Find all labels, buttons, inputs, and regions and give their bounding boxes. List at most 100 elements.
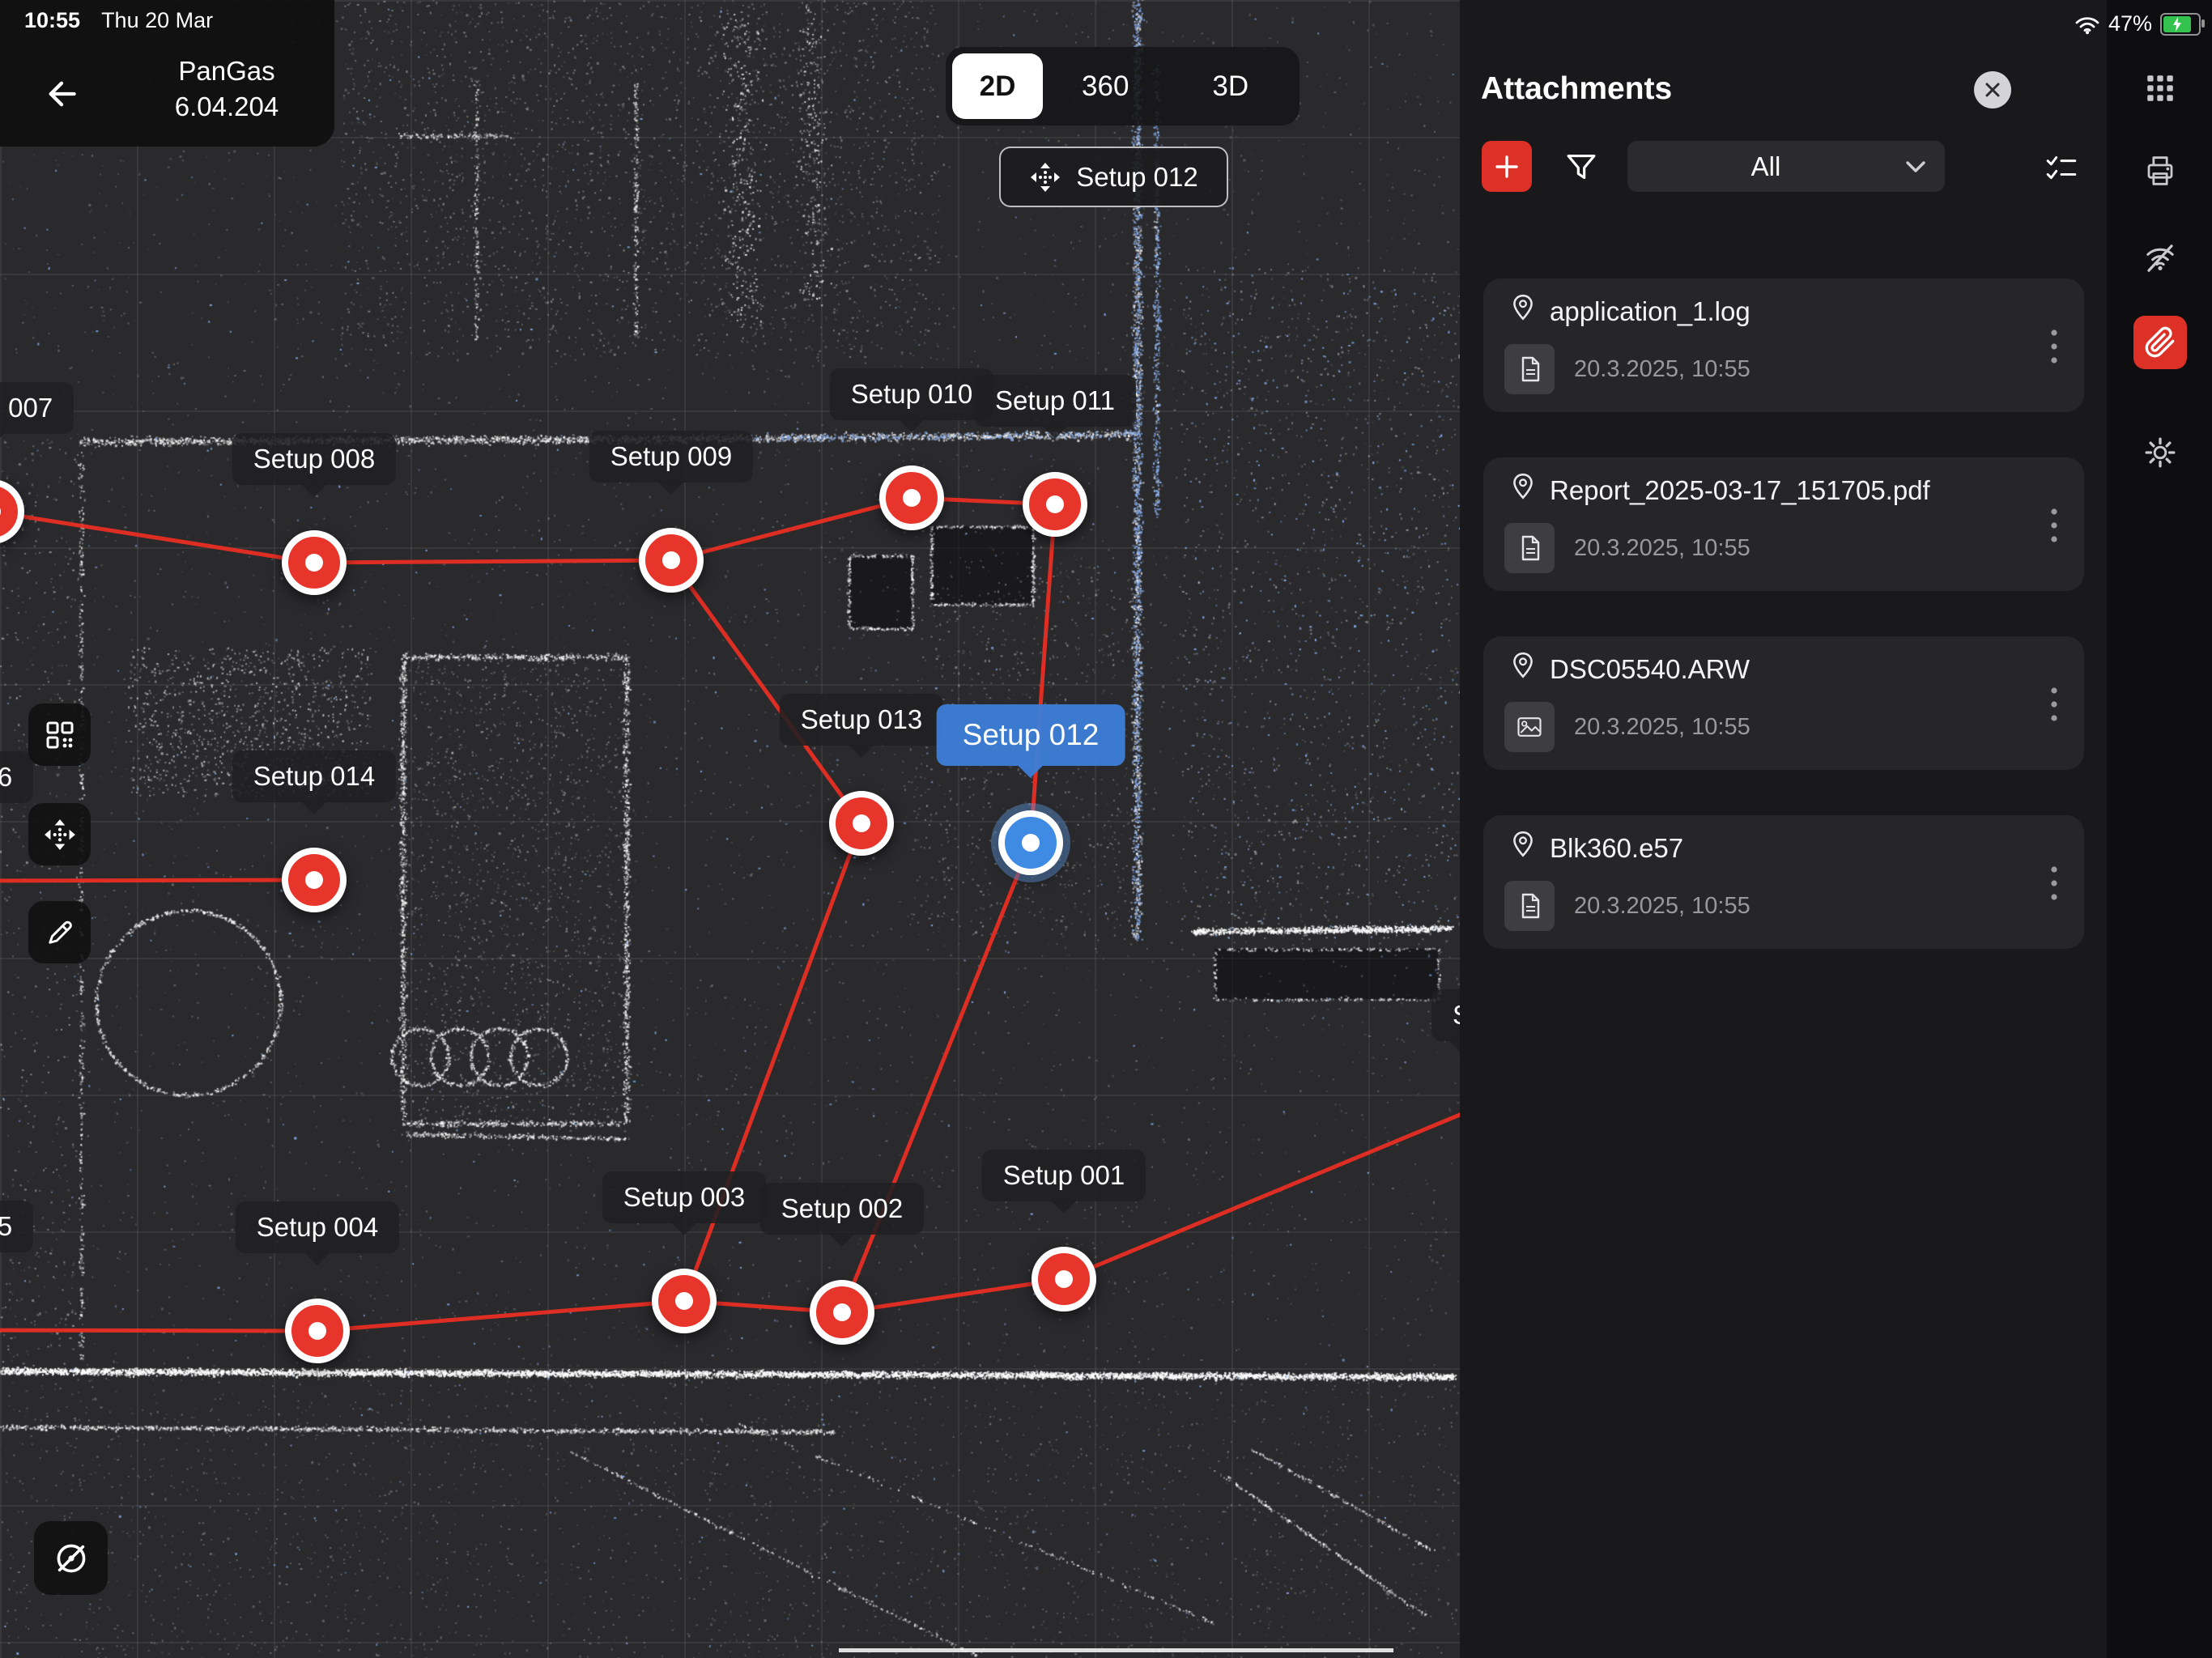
project-name: PanGas bbox=[130, 53, 324, 89]
project-version: 6.04.204 bbox=[130, 89, 324, 125]
connection-off-button[interactable] bbox=[2143, 241, 2177, 275]
filter-dropdown-value: All bbox=[1627, 151, 1904, 182]
apps-grid-icon bbox=[2143, 71, 2177, 105]
attachment-row[interactable]: Report_2025-03-17_151705.pdf 20.3.2025, … bbox=[1483, 457, 2084, 591]
tab-2d[interactable]: 2D bbox=[952, 53, 1043, 119]
attachments-panel: Attachments All bbox=[1460, 0, 2107, 1658]
draw-tool-button[interactable] bbox=[28, 901, 91, 963]
active-setup-chip[interactable]: Setup 012 bbox=[999, 147, 1228, 207]
setup-marker-004[interactable] bbox=[285, 1299, 350, 1363]
setup-label-001[interactable]: Setup 001 bbox=[982, 1150, 1146, 1201]
battery-percent: 47% bbox=[2108, 11, 2152, 36]
setup-marker-012[interactable] bbox=[998, 810, 1063, 875]
setup-label-009[interactable]: Setup 009 bbox=[589, 431, 753, 483]
attachment-date: 20.3.2025, 10:55 bbox=[1574, 535, 1750, 562]
tab-360[interactable]: 360 bbox=[1043, 70, 1168, 103]
active-setup-label: Setup 012 bbox=[1076, 162, 1197, 193]
attachment-date: 20.3.2025, 10:55 bbox=[1574, 714, 1750, 741]
setup-marker-003[interactable] bbox=[652, 1269, 717, 1333]
wifi-off-icon bbox=[2143, 241, 2177, 275]
setup-label-008[interactable]: Setup 008 bbox=[232, 433, 396, 485]
setup-label-012[interactable]: Setup 012 bbox=[937, 704, 1125, 766]
setup-label-011[interactable]: Setup 011 bbox=[974, 375, 1136, 427]
battery-icon bbox=[2160, 13, 2201, 36]
setup-label-006[interactable]: Setup 006 bbox=[0, 751, 33, 803]
back-arrow-icon bbox=[42, 74, 81, 113]
printer-icon bbox=[2143, 154, 2177, 188]
setup-marker-010[interactable] bbox=[879, 466, 944, 530]
date: Thu 20 Mar bbox=[101, 8, 213, 33]
attachment-row[interactable]: application_1.log 20.3.2025, 10:55 bbox=[1483, 278, 2084, 412]
attachment-name: Blk360.e57 bbox=[1550, 833, 1683, 864]
view-switcher: 2D 360 3D bbox=[946, 47, 1300, 125]
setup-label-002[interactable]: Setup 002 bbox=[760, 1183, 924, 1235]
more-options-icon[interactable] bbox=[2050, 508, 2058, 543]
attachment-row[interactable]: Blk360.e57 20.3.2025, 10:55 bbox=[1483, 815, 2084, 949]
setup-marker-001[interactable] bbox=[1032, 1247, 1096, 1312]
setup-label-004[interactable]: Setup 004 bbox=[236, 1201, 399, 1253]
attachment-thumb bbox=[1504, 702, 1555, 752]
plus-icon bbox=[1493, 153, 1521, 181]
attachment-row[interactable]: DSC05540.ARW 20.3.2025, 10:55 bbox=[1483, 636, 2084, 770]
close-panel-button[interactable] bbox=[1974, 71, 2011, 108]
nav-header: 10:55 Thu 20 Mar PanGas 6.04.204 bbox=[0, 0, 334, 147]
add-attachment-button[interactable] bbox=[1482, 141, 1532, 192]
image-icon bbox=[1515, 712, 1544, 742]
status-bar: 10:55 Thu 20 Mar bbox=[24, 8, 213, 33]
document-icon bbox=[1515, 355, 1544, 384]
document-icon bbox=[1515, 891, 1544, 920]
multiselect-button[interactable] bbox=[2044, 151, 2078, 183]
layout-tool-button[interactable] bbox=[28, 704, 91, 766]
setup-marker-014[interactable] bbox=[282, 848, 347, 912]
attachments-button[interactable] bbox=[2133, 316, 2187, 369]
attachment-thumb bbox=[1504, 523, 1555, 573]
clock: 10:55 bbox=[24, 8, 80, 33]
attachment-name: Report_2025-03-17_151705.pdf bbox=[1550, 475, 1930, 506]
setup-label-014[interactable]: Setup 014 bbox=[232, 750, 396, 802]
location-pin-icon bbox=[1509, 651, 1537, 680]
setup-marker-009[interactable] bbox=[639, 528, 704, 593]
setup-label-003[interactable]: Setup 003 bbox=[602, 1171, 766, 1223]
scale-bar bbox=[839, 1648, 1393, 1652]
tab-3d[interactable]: 3D bbox=[1168, 70, 1294, 103]
document-icon bbox=[1515, 534, 1544, 563]
gear-icon bbox=[2143, 436, 2177, 470]
right-sidebar: 47% bbox=[2107, 0, 2212, 1658]
system-status: 47% bbox=[2074, 11, 2201, 36]
setup-marker-008[interactable] bbox=[282, 530, 347, 595]
setup-label-010[interactable]: Setup 010 bbox=[830, 368, 993, 420]
project-title: PanGas 6.04.204 bbox=[130, 53, 324, 125]
attachment-name: application_1.log bbox=[1550, 296, 1750, 327]
back-button[interactable] bbox=[42, 74, 81, 113]
setup-marker-013[interactable] bbox=[829, 791, 894, 856]
settings-button[interactable] bbox=[2143, 436, 2177, 470]
pencil-icon bbox=[44, 916, 76, 949]
setup-label-013[interactable]: Setup 013 bbox=[780, 694, 943, 746]
checklist-icon bbox=[2044, 151, 2078, 183]
location-off-icon bbox=[52, 1539, 91, 1578]
location-pin-icon bbox=[1509, 293, 1537, 322]
route-lines bbox=[0, 0, 1465, 1658]
more-options-icon[interactable] bbox=[2050, 687, 2058, 722]
attachment-name: DSC05540.ARW bbox=[1550, 654, 1750, 685]
filter-button[interactable] bbox=[1563, 151, 1599, 183]
filter-dropdown[interactable]: All bbox=[1627, 141, 1945, 192]
move-icon bbox=[1029, 161, 1061, 193]
attachment-thumb bbox=[1504, 881, 1555, 931]
setup-marker-011[interactable] bbox=[1023, 472, 1087, 537]
attachment-date: 20.3.2025, 10:55 bbox=[1574, 356, 1750, 383]
attachment-date: 20.3.2025, 10:55 bbox=[1574, 893, 1750, 920]
move-tool-button[interactable] bbox=[28, 803, 91, 865]
more-options-icon[interactable] bbox=[2050, 329, 2058, 364]
location-pin-icon bbox=[1509, 472, 1537, 501]
position-off-button[interactable] bbox=[34, 1521, 108, 1595]
attachment-thumb bbox=[1504, 344, 1555, 394]
location-pin-icon bbox=[1509, 830, 1537, 859]
panel-title: Attachments bbox=[1481, 71, 1672, 107]
apps-grid-button[interactable] bbox=[2143, 71, 2177, 105]
export-button[interactable] bbox=[2143, 154, 2177, 188]
setup-label-005[interactable]: Setup 005 bbox=[0, 1201, 33, 1252]
setup-label-007[interactable]: Setup 007 bbox=[0, 382, 74, 434]
more-options-icon[interactable] bbox=[2050, 865, 2058, 901]
setup-marker-002[interactable] bbox=[810, 1280, 874, 1345]
